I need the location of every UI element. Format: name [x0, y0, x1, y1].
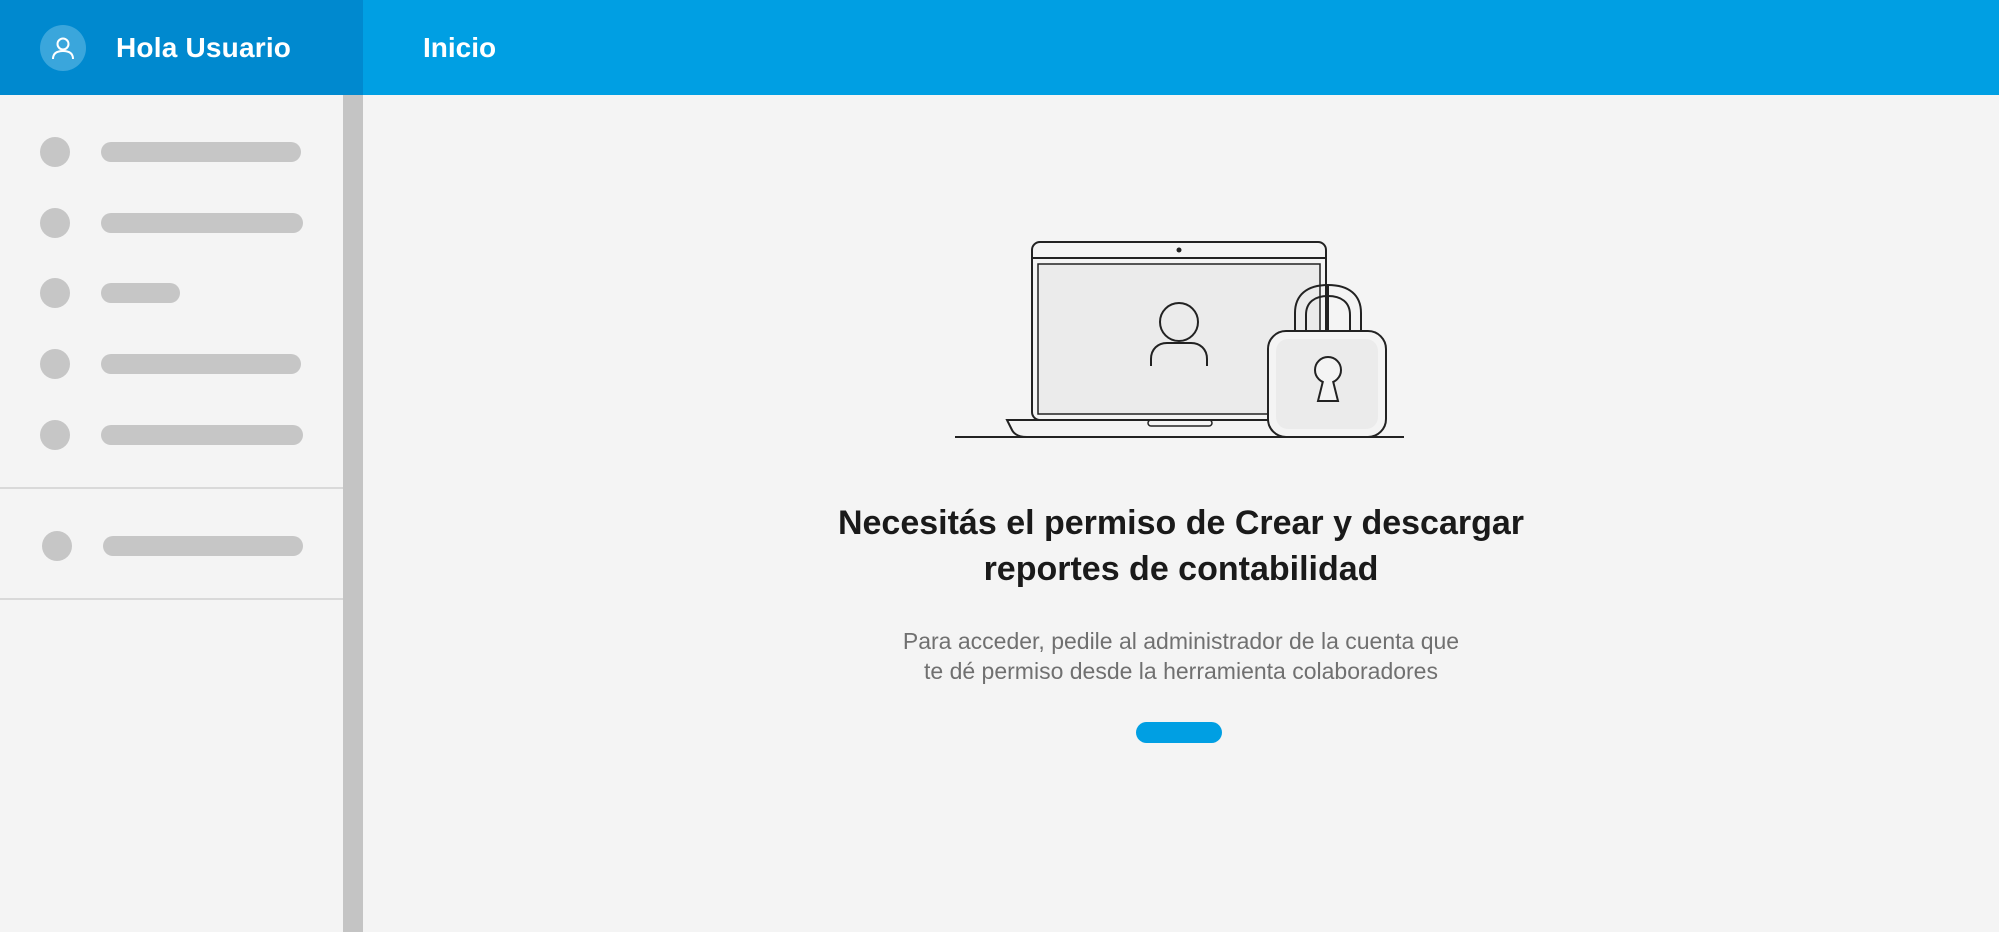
sidebar-item-label-placeholder	[101, 425, 303, 445]
sidebar-item-icon-placeholder	[40, 349, 70, 379]
user-icon[interactable]	[40, 25, 86, 71]
heading-line: reportes de contabilidad	[983, 550, 1379, 588]
permission-heading: Necesitás el permiso de Crear y descarga…	[363, 500, 1999, 592]
laptop-lock-illustration	[955, 241, 1404, 438]
sidebar-item-label-placeholder	[101, 354, 301, 374]
sidebar-item-label-placeholder	[101, 283, 180, 303]
sidebar-item-label-placeholder	[101, 142, 301, 162]
description-line: te dé permiso desde la herramienta colab…	[924, 658, 1438, 684]
page-title: Inicio	[423, 32, 497, 63]
user-header: Hola Usuario	[0, 0, 363, 95]
sidebar-divider	[0, 598, 343, 600]
sidebar-divider	[0, 487, 343, 489]
sidebar-scrollbar[interactable]	[343, 95, 363, 932]
top-bar: Inicio	[363, 0, 1999, 95]
sidebar-item-icon-placeholder	[40, 420, 70, 450]
sidebar-item-icon-placeholder	[40, 137, 70, 167]
sidebar-item-label-placeholder	[101, 213, 303, 233]
main-content: Necesitás el permiso de Crear y descarga…	[363, 95, 1999, 932]
sidebar-item-icon-placeholder	[40, 278, 70, 308]
sidebar-item-icon-placeholder	[42, 531, 72, 561]
user-greeting: Hola Usuario	[116, 32, 292, 63]
description-line: Para acceder, pedile al administrador de…	[902, 628, 1460, 654]
sidebar-item-icon-placeholder	[40, 208, 70, 238]
sidebar	[0, 95, 343, 932]
primary-action-button-placeholder[interactable]	[1136, 722, 1222, 743]
heading-line: Necesitás el permiso de Crear y descarga…	[837, 504, 1525, 542]
sidebar-item-label-placeholder	[103, 536, 303, 556]
permission-description: Para acceder, pedile al administrador de…	[363, 626, 1999, 686]
